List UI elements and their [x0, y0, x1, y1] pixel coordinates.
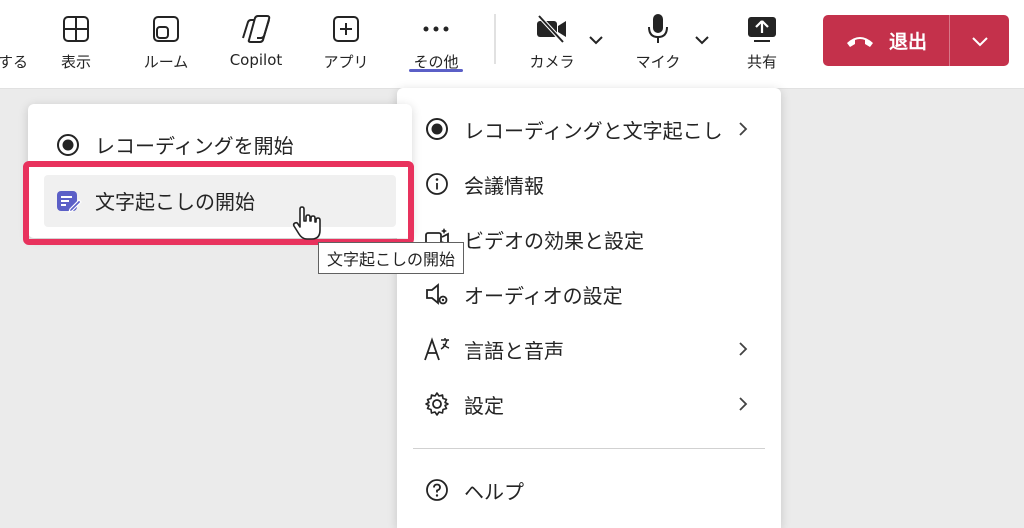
mic-options-chevron-icon[interactable] — [692, 30, 712, 50]
leave-chevron-down-icon — [971, 36, 988, 46]
menu-item-label: レコーディングと文字起こし — [464, 118, 723, 143]
info-icon — [423, 170, 451, 198]
microphone-icon — [641, 12, 675, 46]
leave-button-group: 退出 — [823, 15, 1009, 66]
view-button[interactable]: 表示 — [48, 0, 104, 88]
phone-hangup-icon — [845, 33, 875, 49]
menu-item-meeting-info[interactable]: 会議情報 — [397, 160, 781, 208]
record-icon — [423, 115, 451, 143]
camera-options-chevron-icon[interactable] — [586, 30, 606, 50]
apps-plus-icon — [329, 12, 363, 46]
camera-button[interactable]: カメラ — [524, 0, 580, 88]
submenu-item-label: レコーディングを開始 — [95, 134, 294, 158]
transcript-icon — [56, 189, 82, 213]
chevron-right-icon — [739, 122, 748, 136]
toolbar-partial-label: する — [0, 53, 28, 71]
rooms-button[interactable]: ルーム — [134, 0, 198, 88]
menu-item-audio-settings[interactable]: オーディオの設定 — [397, 270, 781, 318]
view-label: 表示 — [60, 53, 91, 71]
menu-item-label: ヘルプ — [464, 479, 524, 504]
language-icon — [423, 335, 451, 363]
camera-label: カメラ — [529, 53, 575, 71]
chevron-right-icon — [739, 397, 748, 411]
more-button[interactable]: その他 — [404, 0, 468, 88]
menu-item-settings[interactable]: 設定 — [397, 380, 781, 428]
hand-cursor-icon — [292, 206, 321, 240]
submenu-item-start-recording[interactable]: レコーディングを開始 — [56, 130, 294, 159]
menu-item-label: 言語と音声 — [464, 338, 564, 363]
more-active-indicator — [409, 69, 463, 72]
tooltip: 文字起こしの開始 — [318, 242, 465, 274]
record-icon — [56, 133, 82, 157]
audio-settings-icon — [423, 280, 451, 308]
apps-button[interactable]: アプリ — [318, 0, 374, 88]
view-grid-icon — [59, 12, 93, 46]
camera-off-icon — [535, 12, 569, 46]
rooms-label: ルーム — [143, 53, 189, 71]
submenu-item-start-transcription[interactable]: 文字起こしの開始 — [56, 186, 255, 215]
leave-button[interactable]: 退出 — [823, 15, 949, 66]
rooms-icon — [149, 12, 183, 46]
share-button[interactable]: 共有 — [734, 0, 790, 88]
more-dots-icon — [419, 12, 453, 46]
menu-item-language-speech[interactable]: 言語と音声 — [397, 325, 781, 373]
menu-item-label: ビデオの効果と設定 — [464, 228, 644, 253]
menu-item-help[interactable]: ヘルプ — [397, 466, 781, 514]
copilot-label: Copilot — [229, 51, 283, 69]
apps-label: アプリ — [323, 53, 369, 71]
chevron-right-icon — [739, 342, 748, 356]
meeting-toolbar: する 表示 ルーム Copilot アプリ その他 カメラ マイク 共有 退出 — [0, 0, 1024, 89]
share-label: 共有 — [746, 53, 777, 71]
mic-label: マイク — [635, 53, 681, 71]
leave-options-button[interactable] — [950, 15, 1009, 66]
menu-item-label: 設定 — [464, 393, 504, 418]
menu-divider — [413, 448, 765, 449]
submenu-item-label: 文字起こしの開始 — [95, 190, 255, 214]
menu-item-label: 会議情報 — [464, 173, 544, 198]
share-screen-icon — [745, 12, 779, 46]
menu-item-label: オーディオの設定 — [464, 283, 623, 308]
menu-item-recording-transcription[interactable]: レコーディングと文字起こし — [397, 105, 781, 153]
toolbar-partial-button[interactable]: する — [0, 0, 30, 88]
mic-button[interactable]: マイク — [630, 0, 686, 88]
copilot-icon — [239, 12, 273, 46]
leave-label: 退出 — [889, 31, 928, 53]
copilot-button[interactable]: Copilot — [222, 0, 290, 88]
more-menu: レコーディングと文字起こし 会議情報 ビデオの効果と設定 オーディオの設定 言語… — [397, 88, 781, 528]
toolbar-divider — [494, 14, 496, 64]
gear-icon — [423, 390, 451, 418]
help-icon — [423, 476, 451, 504]
